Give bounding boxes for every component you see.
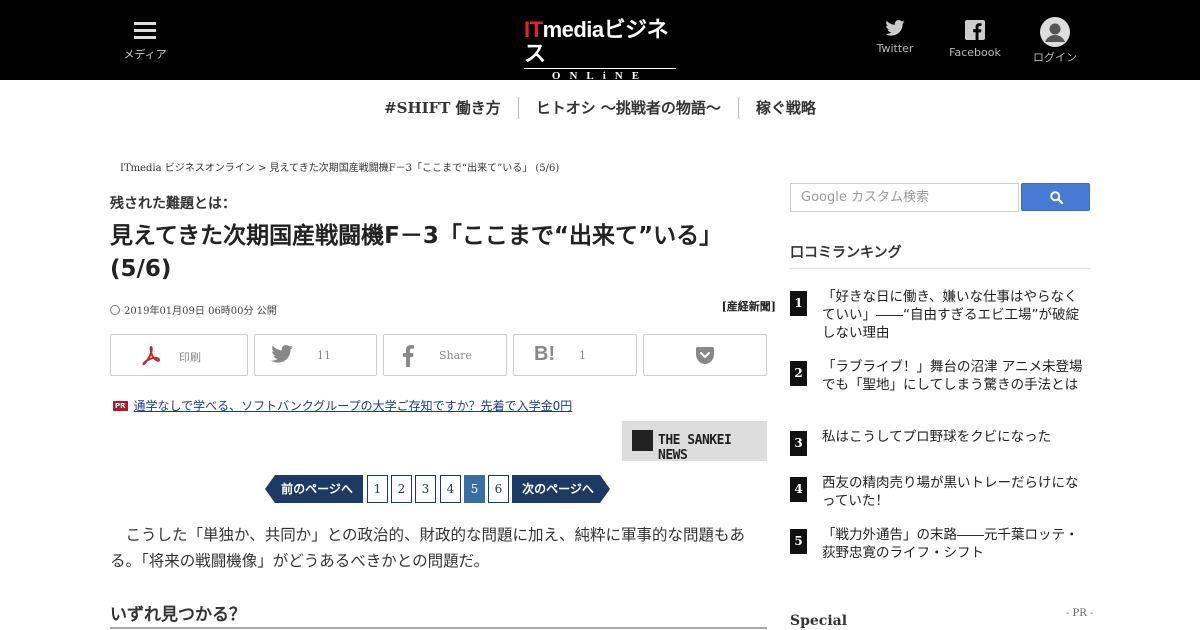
pdf-icon	[142, 345, 161, 366]
pr-ad: PR 通学なしで学べる、ソフトバンクグループの大学ご存知ですか？先着で入学金0円	[113, 397, 572, 414]
hatena-bookmark-icon: B!	[534, 343, 556, 365]
media-menu-button[interactable]: メディア	[118, 20, 172, 64]
pocket-icon	[696, 347, 714, 364]
twitter-icon	[271, 345, 293, 363]
special-section-title: Special	[790, 613, 848, 629]
rank-title[interactable]: 「好きな日に働き、嫌いな仕事はやらなくていい」――“自由すぎるエビ工場”が破綻し…	[822, 288, 1090, 342]
twitter-icon	[885, 20, 905, 36]
sankei-news-label: THE SANKEI NEWS	[658, 433, 732, 463]
rank-title[interactable]: 「ラブライブ！」舞台の沼津 アニメ未登場でも「聖地」にしてしまう驚きの手法とは	[822, 358, 1090, 394]
header-twitter-link[interactable]: Twitter	[872, 20, 918, 55]
prev-page-button[interactable]: 前のページへ	[265, 475, 363, 503]
facebook-label: Facebook	[949, 46, 1001, 59]
page-link-3[interactable]: 3	[415, 475, 436, 503]
print-label: 印刷	[179, 351, 201, 364]
hamburger-icon	[134, 22, 156, 39]
share-twitter-button[interactable]: 11	[254, 334, 377, 376]
rank-number: 2	[790, 361, 807, 386]
rank-number: 4	[790, 477, 807, 502]
rank-title[interactable]: 西友の精肉売り場が黒いトレーだらけになっていた！	[822, 474, 1090, 510]
ranking-title: 口コミランキング	[790, 242, 1090, 269]
rank-number: 3	[790, 431, 807, 456]
page-link-2[interactable]: 2	[391, 475, 412, 503]
site-logo[interactable]: ITmediaビジネス ONLiNE	[524, 17, 676, 84]
media-menu-label: メディア	[123, 48, 167, 61]
publish-date: 2019年01月09日 06時00分 公開	[110, 302, 277, 317]
sankei-news-logo[interactable]: THE SANKEI NEWS	[622, 421, 767, 463]
search-icon	[1050, 191, 1063, 204]
logo-it-text: IT	[524, 17, 543, 42]
rank-title[interactable]: 「戦力外通告」の末路――元千葉ロッテ・荻野忠寛のライフ・シフト	[822, 526, 1090, 562]
page-link-6[interactable]: 6	[488, 475, 509, 503]
rank-number: 5	[790, 529, 807, 554]
article-source[interactable]: [産経新聞]	[690, 298, 776, 314]
search-button[interactable]	[1021, 183, 1090, 211]
page-link-1[interactable]: 1	[367, 475, 388, 503]
nav-item-shift[interactable]: #SHIFT 働き方	[367, 97, 518, 119]
article-subheading: いずれ見つかる？	[110, 600, 767, 629]
clock-icon	[110, 305, 120, 315]
twitter-share-count: 11	[317, 349, 331, 362]
facebook-share-label: Share	[439, 349, 472, 362]
twitter-label: Twitter	[876, 42, 914, 55]
breadcrumb[interactable]: ITmedia ビジネスオンライン > 見えてきた次期国産戦闘機F－3「ここまで…	[120, 159, 559, 174]
hatena-share-count: 1	[579, 349, 586, 362]
header-facebook-link[interactable]: Facebook	[945, 20, 1005, 59]
logo-online-text: ONLiNE	[524, 68, 676, 84]
next-page-button[interactable]: 次のページへ	[512, 475, 610, 503]
logo-media-text: mediaビジネス	[524, 17, 669, 66]
share-pocket-button[interactable]	[643, 334, 767, 376]
sankei-mark-icon	[632, 430, 653, 451]
share-hatena-button[interactable]: B! 1	[513, 334, 637, 376]
facebook-icon	[403, 345, 414, 367]
page-link-4[interactable]: 4	[440, 475, 461, 503]
publish-date-text: 2019年01月09日 06時00分 公開	[124, 306, 277, 317]
nav-item-kasegu[interactable]: 稼ぐ戦略	[737, 97, 833, 119]
nav-item-hitooshi[interactable]: ヒトオシ ～挑戦者の物語～	[517, 97, 738, 119]
pr-link[interactable]: 通学なしで学べる、ソフトバンクグループの大学ご存知ですか？先着で入学金0円	[134, 399, 573, 413]
category-nav: #SHIFT 働き方 ヒトオシ ～挑戦者の物語～ 稼ぐ戦略	[0, 97, 1200, 121]
user-avatar-icon	[1040, 17, 1070, 47]
special-pr-label: - PR -	[1066, 608, 1094, 619]
page-link-5-current[interactable]: 5	[464, 475, 485, 503]
print-button[interactable]: 印刷	[110, 334, 248, 376]
facebook-icon	[965, 20, 985, 40]
share-facebook-button[interactable]: Share	[383, 334, 507, 376]
login-button[interactable]: ログイン	[1028, 17, 1082, 65]
rank-title[interactable]: 私はこうしてプロ野球をクビになった	[822, 428, 1090, 446]
pr-badge: PR	[113, 401, 128, 411]
article-paragraph: こうした「単独か、共同か」との政治的、財政的な問題に加え、純粋に軍事的な問題もあ…	[110, 526, 746, 570]
rank-number: 1	[790, 291, 807, 316]
search-input[interactable]	[790, 183, 1019, 212]
login-label: ログイン	[1033, 51, 1077, 64]
article-kicker: 残された難題とは：	[110, 196, 236, 212]
article-title: 見えてきた次期国産戦闘機F－3「ここまで“出来て”いる」(5/6)	[110, 223, 723, 282]
top-header: メディア ITmediaビジネス ONLiNE Twitter Facebook…	[0, 0, 1200, 84]
